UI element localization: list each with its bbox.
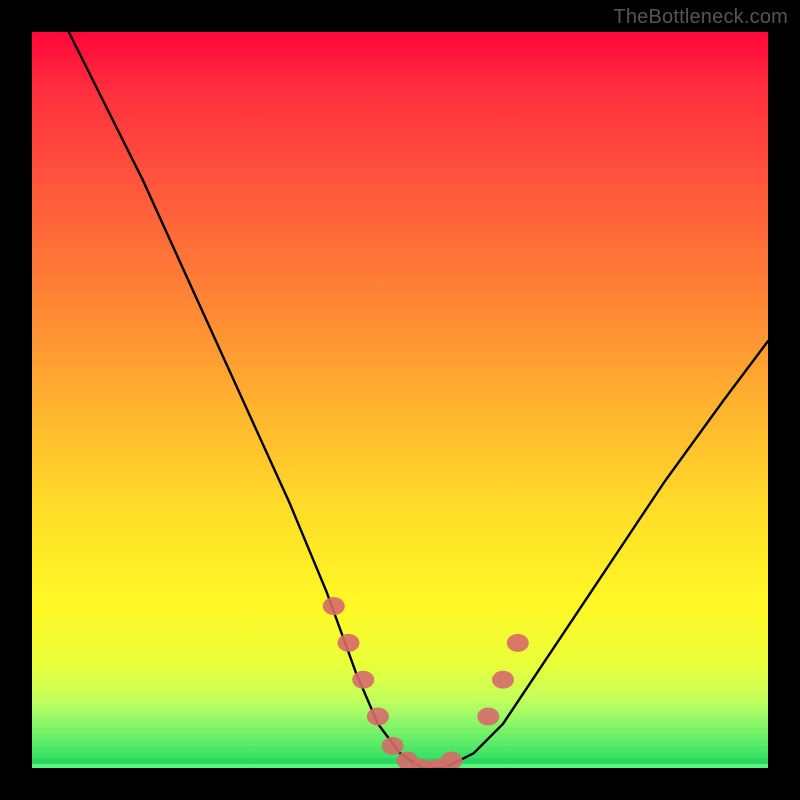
marker-dot <box>441 752 463 768</box>
marker-dot <box>382 737 404 755</box>
curve-layer <box>32 32 768 768</box>
marker-dot <box>426 759 448 768</box>
bottom-bands <box>32 704 768 768</box>
marker-dot <box>507 634 529 652</box>
marker-dot <box>411 759 433 768</box>
chart-frame: TheBottleneck.com <box>0 0 800 800</box>
marker-dot <box>492 671 514 689</box>
marker-dot <box>323 597 345 615</box>
marker-dot <box>352 671 374 689</box>
bottleneck-curve-path <box>69 32 768 768</box>
plot-area <box>32 32 768 768</box>
marker-dot <box>367 708 389 726</box>
marker-dot <box>477 708 499 726</box>
marker-group <box>323 597 529 768</box>
attribution-text: TheBottleneck.com <box>613 6 788 29</box>
marker-dot <box>396 752 418 768</box>
marker-dot <box>338 634 360 652</box>
